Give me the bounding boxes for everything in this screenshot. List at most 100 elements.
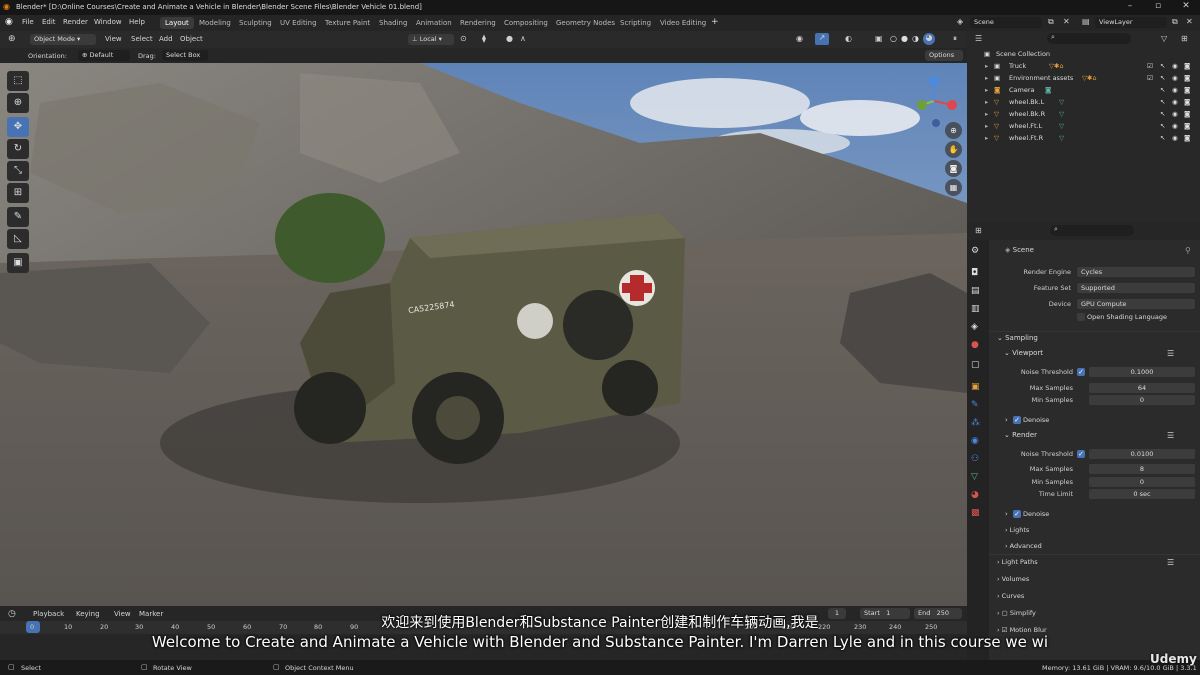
render-camera-icon[interactable]: ◙ — [1184, 74, 1190, 82]
particles-tab-icon[interactable]: ⁂ — [971, 418, 980, 428]
select-box-tool[interactable]: ⬚ — [7, 71, 29, 91]
menu-edit[interactable]: Edit — [42, 18, 56, 26]
tab-compositing[interactable]: Compositing — [499, 17, 553, 29]
outliner-row-wheel-ft-l[interactable]: ▸ ▽ wheel.Ft.L ▽ ↖ ◉ ◙ — [967, 122, 1200, 134]
measure-tool[interactable]: ◺ — [7, 229, 29, 249]
menu-select[interactable]: Select — [131, 35, 153, 43]
close-button[interactable]: ✕ — [1172, 0, 1200, 15]
select-toggle-icon[interactable]: ↖ — [1160, 74, 1165, 82]
select-toggle-icon[interactable]: ↖ — [1160, 122, 1165, 130]
light-paths-section[interactable]: › Light Paths — [997, 558, 1038, 566]
add-cube-tool[interactable]: ▣ — [7, 253, 29, 273]
outliner-search[interactable]: ⌕ — [1047, 33, 1131, 44]
r-noise-threshold-field[interactable]: 0.0100 — [1089, 449, 1195, 459]
data-tab-icon[interactable]: ▽ — [971, 472, 978, 482]
tab-sculpting[interactable]: Sculpting — [234, 17, 277, 29]
view-layer-tab-icon[interactable]: ▥ — [971, 304, 980, 314]
feature-set-select[interactable]: Supported — [1077, 283, 1195, 293]
visibility-eye-icon[interactable]: ◉ — [1172, 110, 1178, 118]
new-view-layer-icon[interactable]: ⧉ — [1172, 17, 1178, 27]
render-camera-icon[interactable]: ◙ — [1184, 110, 1190, 118]
camera-view-icon[interactable]: ◙ — [945, 160, 962, 177]
view-layer-selector[interactable]: ViewLayer — [1095, 17, 1167, 28]
vp-min-samples-field[interactable]: 0 — [1089, 395, 1195, 405]
scale-tool[interactable]: ⤡ — [7, 161, 29, 181]
scene-tab-icon[interactable]: ◈ — [971, 322, 978, 332]
proportional-edit-icon[interactable]: ● — [506, 34, 513, 43]
output-tab-icon[interactable]: ▤ — [971, 286, 980, 296]
view-layer-icon[interactable]: ▤ — [1082, 17, 1090, 26]
tab-layout[interactable]: Layout — [160, 17, 194, 29]
pause-render-icon[interactable]: ⏸ — [953, 34, 957, 44]
falloff-icon[interactable]: ∧ — [520, 34, 526, 43]
viewport-subsection[interactable]: ⌄ Viewport — [1004, 349, 1043, 357]
pan-icon[interactable]: ✋ — [945, 141, 962, 158]
tab-shading[interactable]: Shading — [374, 17, 412, 29]
outliner-row-camera[interactable]: ▸ ◙ Camera ◙ ↖ ◉ ◙ — [967, 86, 1200, 98]
snap-icon[interactable]: ⧫ — [482, 34, 486, 43]
device-select[interactable]: GPU Compute — [1077, 299, 1195, 309]
rotate-tool[interactable]: ↻ — [7, 139, 29, 159]
transform-orientation-selector[interactable]: ⊥ Local ▾ — [408, 34, 454, 45]
r-noise-threshold-checkbox[interactable]: ✓ — [1077, 450, 1085, 458]
physics-tab-icon[interactable]: ◉ — [971, 436, 979, 446]
curves-section[interactable]: › Curves — [997, 592, 1024, 600]
menu-window[interactable]: Window — [94, 18, 122, 26]
visibility-eye-icon[interactable]: ◉ — [1172, 62, 1178, 70]
wireframe-shading-icon[interactable]: ○ — [890, 34, 897, 43]
r-denoise-checkbox[interactable]: ✓ — [1013, 510, 1021, 518]
visibility-eye-icon[interactable]: ◉ — [1172, 86, 1178, 94]
render-camera-icon[interactable]: ◙ — [1184, 122, 1190, 130]
visibility-eye-icon[interactable]: ◉ — [1172, 134, 1178, 142]
blender-menu-icon[interactable]: ◉ — [5, 17, 13, 27]
move-tool[interactable]: ✥ — [7, 117, 29, 137]
outliner-row-wheel-ft-r[interactable]: ▸ ▽ wheel.Ft.R ▽ ↖ ◉ ◙ — [967, 134, 1200, 146]
presets-icon[interactable]: ☰ — [1167, 431, 1174, 440]
tab-uv-editing[interactable]: UV Editing — [275, 17, 322, 29]
world-tab-icon[interactable]: ● — [971, 340, 979, 350]
vp-denoise-checkbox[interactable]: ✓ — [1013, 416, 1021, 424]
zoom-icon[interactable]: ⊕ — [945, 122, 962, 139]
scene-selector[interactable]: Scene — [970, 17, 1042, 28]
cursor-tool[interactable]: ⊕ — [7, 93, 29, 113]
lights-subsection[interactable]: › Lights — [1005, 526, 1029, 534]
object-tab-icon[interactable]: ▣ — [971, 382, 980, 392]
presets-icon[interactable]: ☰ — [1167, 558, 1174, 567]
volumes-section[interactable]: › Volumes — [997, 575, 1029, 583]
options-dropdown[interactable]: Options — [925, 50, 963, 61]
transform-tool[interactable]: ⊞ — [7, 183, 29, 203]
select-toggle-icon[interactable]: ↖ — [1160, 98, 1165, 106]
delete-scene-icon[interactable]: ✕ — [1063, 17, 1070, 26]
expand-icon[interactable]: ▸ — [985, 110, 988, 118]
drag-selector[interactable]: Select Box — [162, 50, 208, 61]
outliner-row-truck[interactable]: ▸ ▣ Truck ▽✱⌂ ☑ ↖ ◉ ◙ — [967, 62, 1200, 74]
material-tab-icon[interactable]: ◕ — [971, 490, 979, 500]
tab-video-editing[interactable]: Video Editing — [655, 17, 711, 29]
vp-max-samples-field[interactable]: 64 — [1089, 383, 1195, 393]
editor-type-icon[interactable]: ⊕ — [8, 34, 16, 44]
sampling-section[interactable]: ⌄ Sampling — [997, 334, 1038, 342]
render-camera-icon[interactable]: ◙ — [1184, 62, 1190, 70]
visibility-eye-icon[interactable]: ◉ — [1172, 74, 1178, 82]
modifier-tab-icon[interactable]: ✎ — [971, 400, 979, 410]
delete-view-layer-icon[interactable]: ✕ — [1186, 17, 1193, 26]
menu-file[interactable]: File — [22, 18, 34, 26]
render-tab-icon[interactable]: ◘ — [971, 268, 978, 278]
render-camera-icon[interactable]: ◙ — [1184, 98, 1190, 106]
outliner-row-scene-collection[interactable]: ▣ Scene Collection — [967, 50, 1200, 62]
render-engine-select[interactable]: Cycles — [1077, 267, 1195, 277]
constraints-tab-icon[interactable]: ⚇ — [971, 454, 979, 464]
navigation-gizmo[interactable] — [906, 73, 962, 129]
texture-tab-icon[interactable]: ▩ — [971, 508, 980, 518]
vp-noise-threshold-checkbox[interactable]: ✓ — [1077, 368, 1085, 376]
visibility-eye-icon[interactable]: ◉ — [1172, 122, 1178, 130]
scene-icon[interactable]: ◈ — [957, 17, 963, 26]
properties-editor-icon[interactable]: ⊞ — [975, 226, 982, 235]
expand-icon[interactable]: ▸ — [985, 74, 988, 82]
expand-icon[interactable]: ▸ — [985, 122, 988, 130]
include-checkbox-icon[interactable]: ☑ — [1147, 62, 1153, 70]
outliner-row-environment[interactable]: ▸ ▣ Environment assets ▽✱⌂ ☑ ↖ ◉ ◙ — [967, 74, 1200, 86]
advanced-subsection[interactable]: › Advanced — [1005, 542, 1042, 550]
minimize-button[interactable]: – — [1116, 0, 1144, 15]
annotate-tool[interactable]: ✎ — [7, 207, 29, 227]
